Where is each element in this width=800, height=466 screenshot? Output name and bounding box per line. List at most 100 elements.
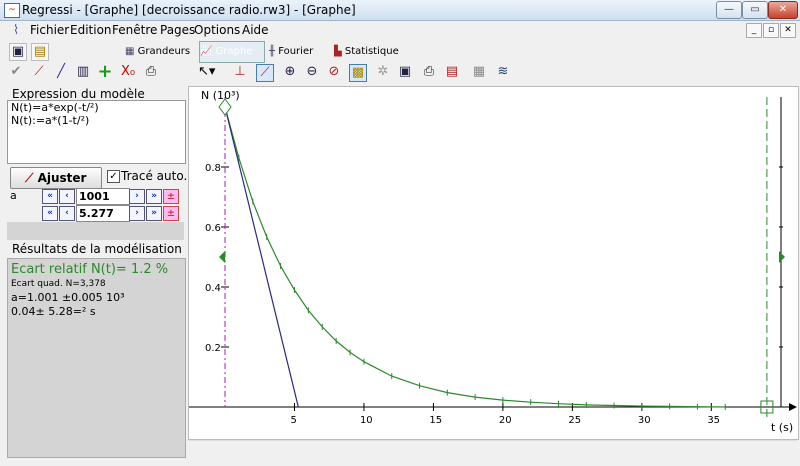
param-value[interactable]: 1001	[76, 188, 130, 205]
tangent-icon[interactable]: ⟋	[256, 64, 274, 82]
model-header: Expression du modèle	[12, 87, 145, 101]
params-spacer	[7, 222, 184, 240]
pointer-icon[interactable]: ↖▾	[198, 64, 215, 80]
spectrum-icon: ╫	[269, 46, 279, 57]
auto-trace-label: Tracé auto.	[121, 169, 188, 183]
param-row: « ‹ 5.277 › » ±	[7, 205, 184, 222]
decay-chart[interactable]: 0.8 0.6 0.4 0.2 5 10 15 20 25 30 35	[189, 87, 798, 439]
y-tick-label: 0.8	[205, 163, 221, 174]
right-arrow-handle	[779, 251, 785, 263]
print-graph-icon[interactable]: ⎙	[421, 64, 437, 80]
color-palette-icon[interactable]: ▩	[349, 64, 367, 82]
histogram-icon: ▙	[334, 46, 345, 57]
add-model-icon[interactable]: +	[97, 63, 113, 81]
param-a-result: a=1.001 ±0.005 10³	[11, 291, 125, 304]
graph-icon: 📈	[200, 46, 216, 57]
plus-minus-button[interactable]: ±	[163, 189, 179, 204]
title-bar: ~ Regressi - [Graphe] [decroissance radi…	[0, 0, 800, 21]
mdi-minimize-button[interactable]: _	[746, 23, 762, 38]
checkmark-icon[interactable]: ✔	[8, 64, 24, 80]
open-folder-icon[interactable]: ▤	[31, 43, 49, 61]
model-editor[interactable]: N(t)=a*exp(-t/²) N(t):=a*(1-t/²)	[7, 100, 186, 164]
page-grandeurs-label: Grandeurs	[137, 46, 191, 57]
menu-fenetre[interactable]: Fenêtre	[112, 23, 157, 37]
fit-icon: ⟋	[25, 171, 34, 185]
graph-area[interactable]: 0.8 0.6 0.4 0.2 5 10 15 20 25 30 35 N (10³) t (s)	[188, 86, 799, 440]
minimize-button[interactable]: —	[716, 1, 742, 19]
x-tick-label: 15	[429, 415, 442, 426]
copy-graph-icon[interactable]: ▤	[444, 64, 460, 80]
model-line: N(t)=a*exp(-t/²)	[11, 101, 99, 114]
page-statistique-label: Statistique	[344, 46, 399, 57]
menu-options[interactable]: Options	[194, 23, 240, 37]
model-curve-icon[interactable]: ⟋	[31, 64, 47, 80]
page-grandeurs-button[interactable]: ▦ Grandeurs	[124, 41, 196, 63]
options-icon[interactable]: ▦	[471, 64, 487, 80]
axes-icon[interactable]: ⊥	[232, 64, 248, 80]
print-icon[interactable]: ⎙	[143, 64, 159, 80]
x-axis-label: t (s)	[771, 421, 794, 434]
line-tool-icon[interactable]: ╱	[53, 64, 69, 80]
x-tick-label: 10	[360, 415, 373, 426]
ecart-relatif: Ecart relatif N(t)= 1.2 %	[11, 262, 169, 277]
back-button[interactable]: ‹	[59, 189, 75, 204]
tangent-line	[224, 106, 299, 408]
status-bar	[188, 440, 797, 460]
y-axis-label: N (10³)	[201, 89, 240, 102]
table-icon[interactable]: ▥	[75, 64, 91, 80]
document-icon[interactable]: ⌇	[8, 23, 24, 39]
plus-minus-button[interactable]: ±	[163, 206, 179, 221]
x-tick-label: 25	[568, 415, 581, 426]
maximize-button[interactable]: ▭	[742, 1, 768, 19]
left-arrow-handle	[219, 251, 225, 263]
menu-bar: ⌇ Fichier Edition Fenêtre Pages Options …	[0, 21, 800, 40]
param-row: a « ‹ 1001 › » ±	[7, 188, 184, 205]
save-icon[interactable]: ▣	[9, 43, 27, 61]
fit-button-label: Ajuster	[37, 171, 87, 185]
page-fourier-button[interactable]: ╫ Fourier	[268, 41, 330, 63]
zoom-in-icon[interactable]: ⊕	[282, 64, 298, 80]
menu-fichier[interactable]: Fichier	[30, 23, 69, 37]
page-fourier-label: Fourier	[278, 46, 314, 57]
page-graphe-button[interactable]: 📈 Graphe	[199, 41, 265, 63]
close-button[interactable]: ✕	[768, 1, 798, 19]
window-title: Regressi - [Graphe] [decroissance radio.…	[22, 3, 356, 17]
auto-trace-checkbox[interactable]: ✓	[107, 170, 120, 183]
back-button[interactable]: ‹	[59, 206, 75, 221]
zoom-reset-icon[interactable]: ⊘	[326, 64, 342, 80]
grid-icon: ▦	[125, 46, 138, 57]
exponential-model-line	[224, 106, 726, 408]
menu-aide[interactable]: Aide	[242, 23, 269, 37]
menu-pages[interactable]: Pages	[160, 23, 195, 37]
x-tick-label: 35	[707, 415, 720, 426]
fast-back-button[interactable]: «	[42, 189, 58, 204]
x-tick-label: 5	[290, 415, 296, 426]
page-statistique-button[interactable]: ▙ Statistique	[333, 41, 405, 63]
curves-icon[interactable]: ≋	[495, 64, 511, 80]
fast-forward-button[interactable]: »	[146, 206, 162, 221]
mdi-restore-button[interactable]: ▫	[763, 23, 779, 38]
tool-disabled-icon: ✲	[377, 64, 389, 79]
fit-button[interactable]: ⟋ Ajuster	[10, 167, 102, 189]
image-icon[interactable]: ▣	[397, 64, 413, 80]
x-axis-arrow	[789, 403, 797, 411]
results-header: Résultats de la modélisation	[12, 242, 182, 256]
param-value[interactable]: 5.277	[76, 205, 130, 222]
y-tick-label: 0.4	[205, 283, 221, 294]
clear-model-icon[interactable]: X₀	[120, 64, 136, 80]
app-icon: ~	[4, 3, 20, 18]
menu-edition[interactable]: Edition	[70, 23, 112, 37]
x-tick-label: 30	[638, 415, 651, 426]
zoom-out-icon[interactable]: ⊖	[304, 64, 320, 80]
fast-back-button[interactable]: «	[42, 206, 58, 221]
y-tick-label: 0.2	[205, 343, 221, 354]
page-graphe-label: Graphe	[215, 46, 253, 57]
forward-button[interactable]: ›	[129, 206, 145, 221]
results-panel: Ecart relatif N(t)= 1.2 % Ecart quad. N=…	[7, 258, 186, 458]
y-tick-label: 0.6	[205, 223, 221, 234]
model-line: N(t):=a*(1-t/²)	[11, 114, 90, 127]
fast-forward-button[interactable]: »	[146, 189, 162, 204]
mdi-close-button[interactable]: ✕	[780, 23, 796, 38]
forward-button[interactable]: ›	[129, 189, 145, 204]
x-tick-label: 20	[499, 415, 512, 426]
